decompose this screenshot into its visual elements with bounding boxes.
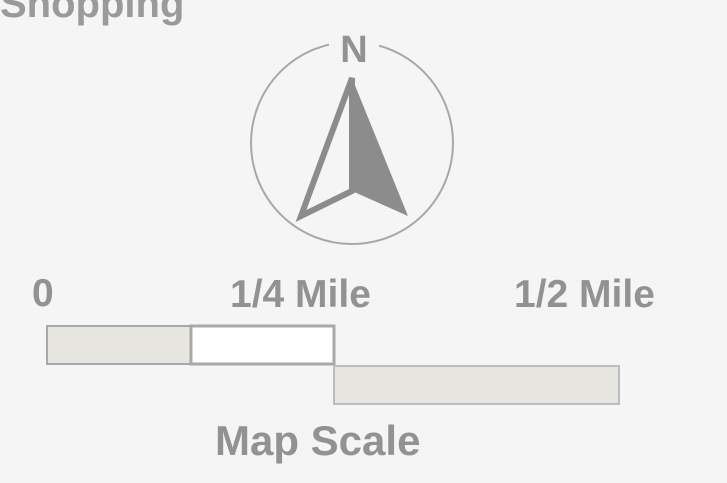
scale-segment-3 [333,365,620,405]
scale-segment-2 [189,324,336,366]
scale-bar [46,324,620,405]
scale-title: Map Scale [215,417,421,464]
scale-segment-1 [46,325,192,365]
